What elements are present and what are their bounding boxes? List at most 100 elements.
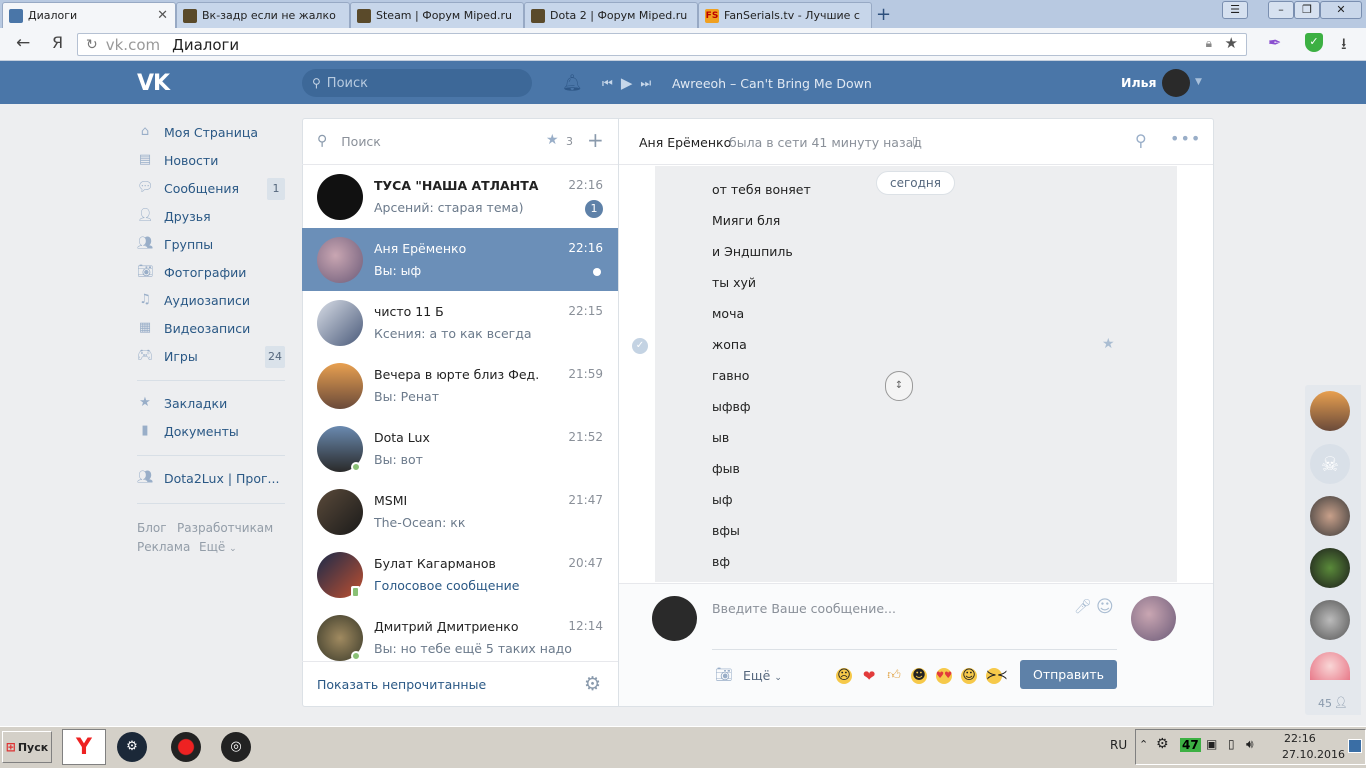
show-desktop-icon[interactable] [1348, 739, 1362, 753]
nav-group-dota2lux[interactable]: 👥︎ Dota2Lux | Прог... [137, 467, 287, 489]
star-icon[interactable]: ★ [546, 132, 559, 148]
footer-ads-link[interactable]: Реклама [137, 540, 190, 554]
dialog-item[interactable]: MSMI 21:47 The-Ocean: кк [302, 480, 618, 543]
tab-dialogs[interactable]: Диалоги ✕ [2, 2, 176, 28]
close-tab-icon[interactable]: ✕ [157, 8, 168, 23]
dialog-item[interactable]: чисто 11 Б 22:15 Ксения: а то как всегда [302, 291, 618, 354]
more-actions-icon[interactable]: ••• [1170, 129, 1201, 148]
user-name[interactable]: Илья [1121, 75, 1157, 90]
tab-vk-zadr[interactable]: Вк-задр если не жалко [176, 2, 350, 28]
taskbar-yandex-browser[interactable]: Y [62, 729, 106, 765]
clock-time[interactable]: 22:16 [1284, 732, 1316, 745]
taskbar-steam[interactable]: ⚙ [110, 729, 154, 765]
footer-more-link[interactable]: Ещё ⌄ [199, 540, 237, 554]
new-dialog-plus-icon[interactable]: + [587, 128, 604, 152]
emoji-sad-icon[interactable]: ☹ [836, 668, 852, 684]
peer-avatar[interactable] [1131, 596, 1176, 641]
dialog-item[interactable]: Булат Кагарманов 20:47 Голосовое сообщен… [302, 543, 618, 606]
header-search-input[interactable]: ⚲ Поиск [302, 69, 532, 97]
message-select-check-icon[interactable]: ✓ [632, 338, 648, 354]
nav-news[interactable]: ▤ Новости [137, 149, 287, 171]
dialog-item-selected[interactable]: Аня Ерёменко 22:16 Вы: ыф [302, 228, 618, 291]
vk-logo[interactable]: VK [137, 71, 170, 96]
mobile-icon: ▯ [912, 134, 919, 147]
nav-audio[interactable]: ♫ Аудиозаписи [137, 289, 287, 311]
nav-groups[interactable]: 👥︎ Группы [137, 233, 287, 255]
dialog-item[interactable]: Дмитрий Дмитриенко 12:14 Вы: но тебе ещё… [302, 606, 618, 661]
nav-photos[interactable]: 📷︎ Фотографии [137, 261, 287, 283]
new-tab-icon[interactable]: + [876, 4, 891, 25]
user-avatar[interactable] [1162, 69, 1190, 97]
emoji-heart-eyes-icon[interactable]: ♥♥ [936, 668, 952, 684]
emoji-smile-icon[interactable]: ☺ [961, 668, 977, 684]
bookmark-star-icon[interactable]: ★ [1225, 34, 1238, 52]
dialog-search-input[interactable]: Поиск [341, 134, 381, 149]
dialog-item[interactable]: Dota Lux 21:52 Вы: вот [302, 417, 618, 480]
recent-chat-avatar[interactable] [1310, 600, 1350, 640]
recent-chat-avatar[interactable] [1310, 496, 1350, 536]
send-button[interactable]: Отправить [1020, 660, 1117, 689]
nav-documents[interactable]: ▮ Документы [137, 420, 287, 442]
important-star-icon[interactable]: ★ [1102, 336, 1115, 352]
emoji-heart-icon[interactable]: ❤ [861, 668, 877, 684]
nav-friends[interactable]: 👤︎ Друзья [137, 205, 287, 227]
message-input[interactable]: Введите Ваше сообщение... [712, 601, 896, 616]
footer-blog-link[interactable]: Блог [137, 521, 167, 535]
nav-video[interactable]: ▦ Видеозаписи [137, 317, 287, 339]
steam-tray-icon[interactable]: ⚙ [1156, 736, 1169, 752]
bell-icon[interactable]: 🔔︎ [562, 73, 582, 92]
emoji-tired-icon[interactable]: ≻≺ [986, 668, 1008, 684]
dialog-item[interactable]: ТУСА "НАША АТЛАНТА" 22:16 Арсений: стара… [302, 165, 618, 228]
yandex-icon[interactable]: Я [52, 33, 63, 52]
camera-attach-icon[interactable]: 📷︎ [715, 667, 733, 683]
tab-dota-forum[interactable]: Dota 2 | Форум Miped.ru [524, 2, 698, 28]
tray-expand-icon[interactable]: ⌃ [1139, 738, 1148, 751]
play-icon[interactable]: ▶ [621, 74, 633, 92]
settings-gear-icon[interactable]: ⚙ [584, 673, 601, 695]
close-window-icon[interactable]: ✕ [1320, 1, 1362, 19]
device-icon[interactable]: ▯ [1228, 737, 1235, 751]
restore-icon[interactable]: ❐ [1294, 1, 1320, 19]
minimize-icon[interactable]: – [1268, 1, 1294, 19]
previous-track-icon[interactable]: ⏮ [602, 76, 613, 91]
tab-steam-forum[interactable]: Steam | Форум Miped.ru [350, 2, 524, 28]
nav-messages[interactable]: 💬︎ Сообщения 1 [137, 177, 287, 200]
taskbar-recorder[interactable] [164, 729, 208, 765]
emoji-thumbs-up-icon[interactable]: 👍︎ [886, 668, 902, 684]
peer-name[interactable]: Аня Ерёменко [639, 135, 731, 150]
start-button[interactable]: ⊞ Пуск [2, 731, 52, 763]
taskbar-obs[interactable]: ◎ [214, 729, 258, 765]
yandex-browser-icon: Y [76, 734, 92, 760]
footer-dev-link[interactable]: Разработчикам [177, 521, 273, 535]
recent-chat-avatar[interactable] [1310, 548, 1350, 588]
nav-games[interactable]: 🎮︎ Игры 24 [137, 345, 287, 368]
language-indicator[interactable]: RU [1110, 738, 1127, 752]
adguard-shield-icon[interactable]: ✓ [1305, 33, 1323, 52]
emoji-grin-icon[interactable]: ☻ [911, 668, 927, 684]
downloads-icon[interactable]: ⭳ [1341, 33, 1347, 60]
emoji-smile-icon[interactable]: ☺ [1096, 597, 1114, 617]
url-field[interactable]: ↻ vk.com Диалоги 🔒︎ ★ [77, 33, 1247, 56]
next-track-icon[interactable]: ⏭ [640, 76, 651, 91]
dialog-item[interactable]: Вечера в юрте близ Фед... 21:59 Вы: Рена… [302, 354, 618, 417]
tray-badge[interactable]: 47 [1180, 738, 1201, 752]
microphone-icon[interactable]: 🎤︎ [1074, 599, 1092, 615]
reload-icon[interactable]: ↻ [86, 37, 98, 53]
message-text: вфы [712, 523, 740, 538]
show-unread-link[interactable]: Показать непрочитанные [317, 677, 486, 692]
chevron-down-icon[interactable]: ▼ [1195, 77, 1202, 87]
clock-date[interactable]: 27.10.2016 [1282, 748, 1345, 761]
back-arrow-icon[interactable]: ← [16, 33, 30, 53]
attach-more-link[interactable]: Ещё ⌄ [743, 668, 782, 683]
speaker-icon[interactable]: 🔊︎ [1246, 737, 1254, 752]
tab-fanserials[interactable]: FS FanSerials.tv - Лучшие с [698, 2, 872, 28]
recent-chat-avatar[interactable] [1310, 391, 1350, 431]
nav-bookmarks[interactable]: ★ Закладки [137, 392, 287, 414]
nav-my-page[interactable]: ⌂ Моя Страница [137, 121, 287, 143]
recent-chat-avatar[interactable]: ☠ [1310, 444, 1350, 484]
feather-extension-icon[interactable]: ✒ [1268, 33, 1281, 52]
browser-menu-icon[interactable]: ☰ [1222, 1, 1248, 19]
network-icon[interactable]: ▣ [1206, 737, 1217, 751]
current-track[interactable]: Awreeoh – Can't Bring Me Down [672, 76, 872, 91]
search-icon[interactable]: ⚲ [1135, 131, 1147, 150]
